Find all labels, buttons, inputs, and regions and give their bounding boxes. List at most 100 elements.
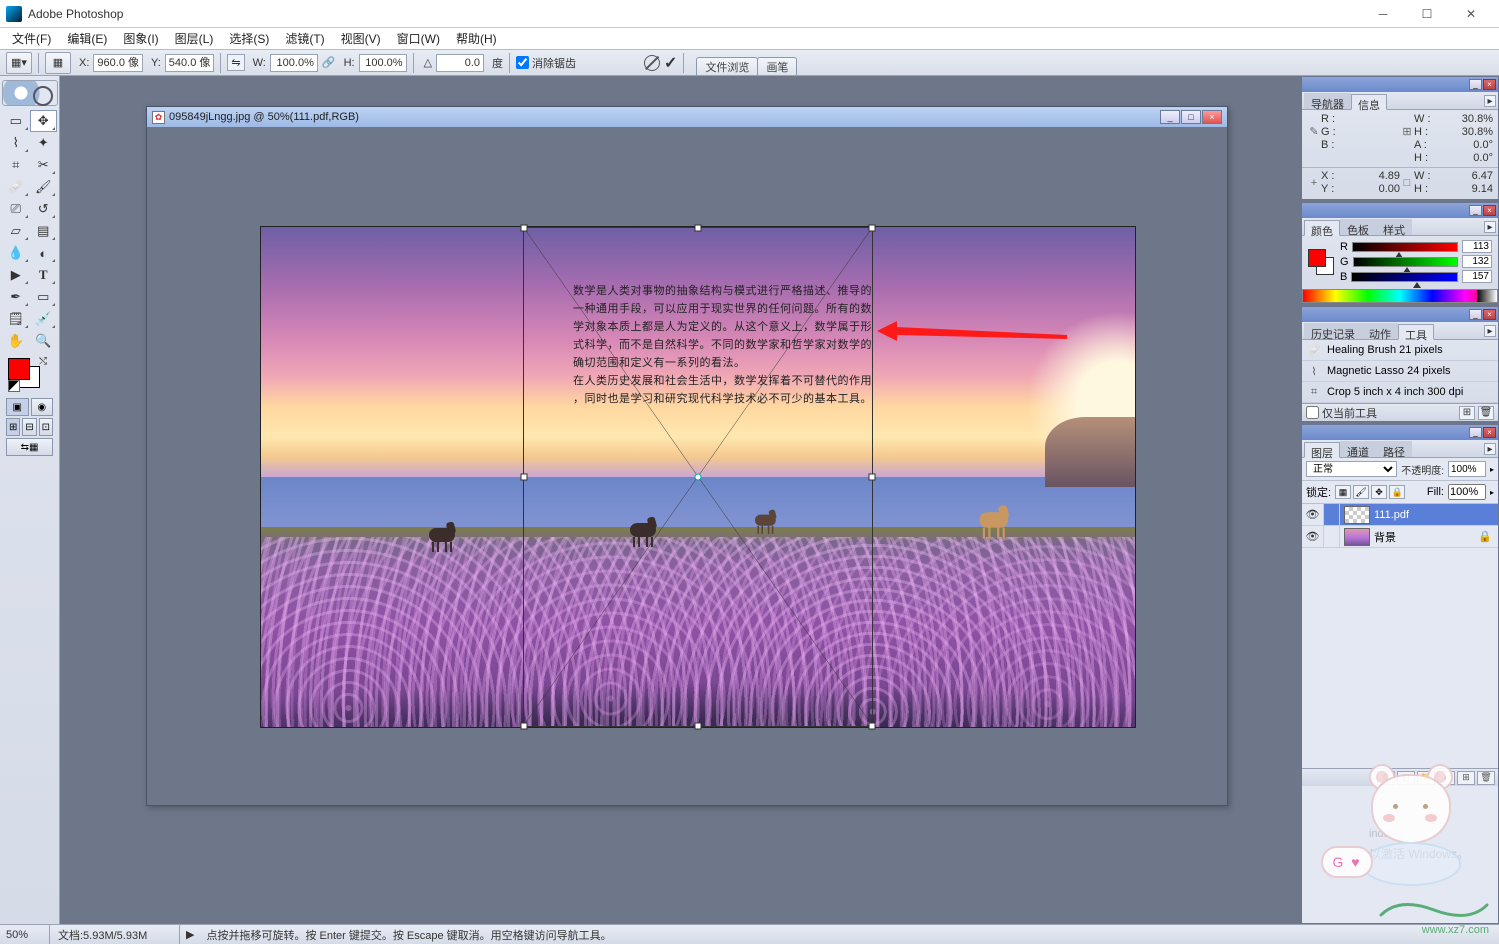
color-spectrum[interactable]	[1302, 289, 1498, 303]
tab-tool-presets[interactable]: 工具	[1398, 324, 1434, 340]
panel-menu-icon[interactable]: ▸	[1484, 443, 1496, 455]
cancel-transform-icon[interactable]	[644, 55, 660, 71]
gradient-tool[interactable]: ▤	[30, 220, 58, 242]
layer-thumbnail[interactable]	[1344, 528, 1370, 546]
marquee-tool[interactable]: ▭	[2, 110, 30, 132]
dodge-tool[interactable]: ◐	[30, 242, 58, 264]
g-value[interactable]: 132	[1462, 255, 1492, 268]
link-cell[interactable]	[1324, 504, 1340, 525]
tab-color[interactable]: 颜色	[1304, 220, 1340, 236]
lasso-tool[interactable]: ⌇	[2, 132, 30, 154]
w-input[interactable]: 100.0%	[270, 54, 318, 72]
panel-close-button[interactable]: ×	[1483, 427, 1496, 438]
zoom-tool[interactable]: 🔍	[30, 330, 58, 352]
tab-file-browser[interactable]: 文件浏览	[696, 57, 758, 75]
h-input[interactable]: 100.0%	[359, 54, 407, 72]
healing-brush-tool[interactable]: 🩹	[2, 176, 30, 198]
fill-arrow-icon[interactable]: ▸	[1490, 488, 1494, 497]
visibility-toggle-icon[interactable]: 👁	[1302, 504, 1324, 525]
panel-close-button[interactable]: ×	[1483, 79, 1496, 90]
tab-swatches[interactable]: 色板	[1340, 219, 1376, 235]
tab-styles[interactable]: 样式	[1376, 219, 1412, 235]
window-close-button[interactable]: ✕	[1449, 1, 1493, 27]
transform-handle-ml[interactable]	[521, 474, 528, 481]
transform-handle-tm[interactable]	[695, 225, 702, 232]
b-value[interactable]: 157	[1462, 270, 1492, 283]
blend-mode-select[interactable]: 正常	[1306, 461, 1397, 477]
panel-minimize-button[interactable]: _	[1469, 79, 1482, 90]
angle-input[interactable]: 0.0	[436, 54, 484, 72]
tab-layers[interactable]: 图层	[1304, 442, 1340, 458]
tab-brushes[interactable]: 画笔	[757, 57, 797, 75]
tab-actions[interactable]: 动作	[1362, 323, 1398, 339]
pen-tool[interactable]: ✒	[2, 286, 30, 308]
menu-view[interactable]: 视图(V)	[335, 28, 387, 49]
preset-item[interactable]: 🩹Healing Brush 21 pixels	[1302, 340, 1498, 361]
status-menu-icon[interactable]: ▶	[186, 928, 194, 941]
transform-handle-br[interactable]	[869, 723, 876, 730]
quickmask-mode-icon[interactable]: ◉	[31, 398, 54, 416]
tab-paths[interactable]: 路径	[1376, 441, 1412, 457]
preset-item[interactable]: ⌗Crop 5 inch x 4 inch 300 dpi	[1302, 382, 1498, 403]
current-tool-only-checkbox[interactable]: 仅当前工具	[1306, 405, 1377, 421]
panel-minimize-button[interactable]: _	[1469, 309, 1482, 320]
transform-handle-tl[interactable]	[521, 225, 528, 232]
menu-select[interactable]: 选择(S)	[223, 28, 275, 49]
screen-standard-icon[interactable]: ⊞	[6, 418, 20, 436]
layer-name[interactable]: 111.pdf	[1374, 509, 1409, 521]
commit-transform-icon[interactable]: ✓	[664, 53, 677, 73]
transform-center-point[interactable]	[695, 474, 702, 481]
opacity-arrow-icon[interactable]: ▸	[1490, 465, 1494, 474]
menu-layer[interactable]: 图层(L)	[169, 28, 220, 49]
tool-preset-picker[interactable]: ▦▾	[6, 52, 32, 74]
reference-point-icon[interactable]: ▦	[45, 52, 71, 74]
document-canvas[interactable]: 数学是人类对事物的抽象结构与模式进行严格描述、推导的 一种通用手段，可以应用于现…	[147, 127, 1227, 805]
blur-tool[interactable]: 💧	[2, 242, 30, 264]
screen-full-menu-icon[interactable]: ⊟	[22, 418, 36, 436]
panel-menu-icon[interactable]: ▸	[1484, 221, 1496, 233]
clone-stamp-tool[interactable]: ⎚	[2, 198, 30, 220]
crop-tool[interactable]: ⌗	[2, 154, 30, 176]
color-swatch-stack[interactable]	[1308, 249, 1334, 275]
constrain-icon[interactable]: 🔗	[322, 56, 336, 69]
y-input[interactable]: 540.0 像	[165, 54, 215, 72]
visibility-toggle-icon[interactable]: 👁	[1302, 526, 1324, 547]
antialias-check-input[interactable]	[516, 56, 529, 69]
eraser-tool[interactable]: ▱	[2, 220, 30, 242]
history-brush-tool[interactable]: ↺	[30, 198, 58, 220]
menu-filter[interactable]: 滤镜(T)	[279, 28, 330, 49]
eyedropper-tool[interactable]: 💉	[30, 308, 58, 330]
fill-input[interactable]	[1448, 484, 1486, 500]
window-maximize-button[interactable]: ☐	[1405, 1, 1449, 27]
link-cell[interactable]	[1324, 526, 1340, 547]
menu-help[interactable]: 帮助(H)	[450, 28, 503, 49]
x-input[interactable]: 960.0 像	[93, 54, 143, 72]
doc-minimize-button[interactable]: _	[1160, 110, 1180, 124]
new-preset-button[interactable]: ⊞	[1459, 406, 1475, 420]
lock-pixels-icon[interactable]: 🖌	[1353, 485, 1369, 499]
transform-handle-tr[interactable]	[869, 225, 876, 232]
layer-row[interactable]: 👁 111.pdf	[1302, 504, 1498, 526]
panel-minimize-button[interactable]: _	[1469, 205, 1482, 216]
tab-channels[interactable]: 通道	[1340, 441, 1376, 457]
hand-tool[interactable]: ✋	[2, 330, 30, 352]
foreground-color[interactable]	[8, 358, 30, 380]
r-slider[interactable]	[1352, 242, 1458, 252]
layer-thumbnail[interactable]	[1344, 506, 1370, 524]
doc-close-button[interactable]: ×	[1202, 110, 1222, 124]
swap-colors-icon[interactable]: ⤭	[39, 356, 47, 367]
panel-close-button[interactable]: ×	[1483, 309, 1496, 320]
type-tool[interactable]: T	[30, 264, 58, 286]
free-transform-bounding-box[interactable]	[523, 227, 873, 727]
slice-tool[interactable]: ✂	[30, 154, 58, 176]
tab-info[interactable]: 信息	[1351, 94, 1387, 110]
menu-image[interactable]: 图象(I)	[117, 28, 164, 49]
b-slider[interactable]	[1351, 272, 1458, 282]
color-swatches[interactable]: ⤭	[6, 358, 53, 392]
transform-handle-mr[interactable]	[869, 474, 876, 481]
menu-window[interactable]: 窗口(W)	[391, 28, 446, 49]
g-slider[interactable]	[1353, 257, 1458, 267]
shape-tool[interactable]: ▭	[30, 286, 58, 308]
lock-all-icon[interactable]: 🔒	[1389, 485, 1405, 499]
panel-menu-icon[interactable]: ▸	[1484, 95, 1496, 107]
